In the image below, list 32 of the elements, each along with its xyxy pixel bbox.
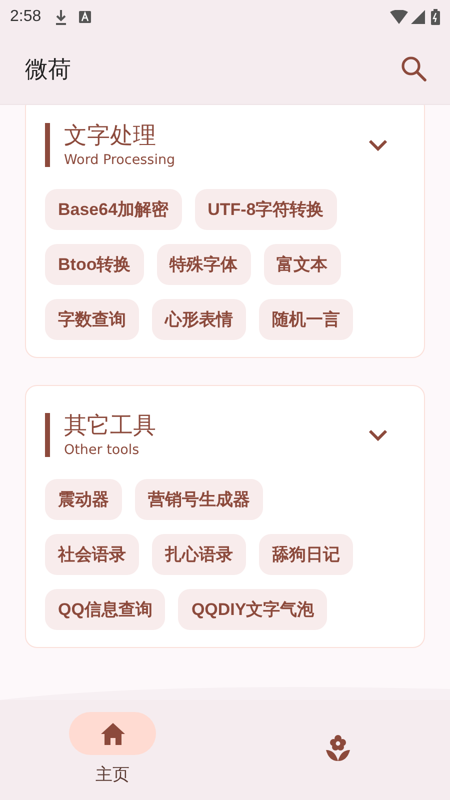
download-icon <box>55 9 68 25</box>
tool-chip[interactable]: 扎心语录 <box>152 534 246 575</box>
tool-chip[interactable]: 随机一言 <box>259 299 353 340</box>
tool-chip[interactable]: UTF-8字符转换 <box>194 189 337 230</box>
home-icon <box>100 722 126 746</box>
status-time: 2:58 <box>10 8 42 26</box>
section-subtitle: Word Processing <box>64 151 176 169</box>
accent-bar <box>45 123 50 167</box>
tool-chip[interactable]: 富文本 <box>264 244 341 285</box>
tool-chip[interactable]: 心形表情 <box>152 299 246 340</box>
tool-chip[interactable]: Base64加解密 <box>45 189 182 230</box>
tool-chip[interactable]: QQDIY文字气泡 <box>178 589 328 630</box>
battery-icon <box>431 9 440 25</box>
accent-bar <box>45 413 50 457</box>
section-subtitle: Other tools <box>64 441 140 459</box>
section-title: 其它工具 <box>64 412 157 441</box>
app-title: 微荷 <box>25 56 72 84</box>
tool-chip[interactable]: 社会语录 <box>45 534 139 575</box>
tool-chip[interactable]: 字数查询 <box>45 299 139 340</box>
tool-chip[interactable]: 营销号生成器 <box>135 479 263 520</box>
signal-icon <box>411 10 425 24</box>
chevron-icon <box>367 138 389 152</box>
tool-chip[interactable]: 震动器 <box>45 479 122 520</box>
tool-chip[interactable]: QQ信息查询 <box>45 589 166 630</box>
flower-icon <box>324 734 350 762</box>
tool-chip[interactable]: Btoo转换 <box>45 244 144 285</box>
tool-chip[interactable]: 特殊字体 <box>156 244 251 285</box>
section-title: 文字处理 <box>64 122 157 151</box>
chevron-icon <box>367 428 389 442</box>
tool-chip[interactable]: 舔狗日记 <box>259 534 353 575</box>
wifi-icon <box>390 10 408 24</box>
app-notification-icon <box>79 11 92 23</box>
